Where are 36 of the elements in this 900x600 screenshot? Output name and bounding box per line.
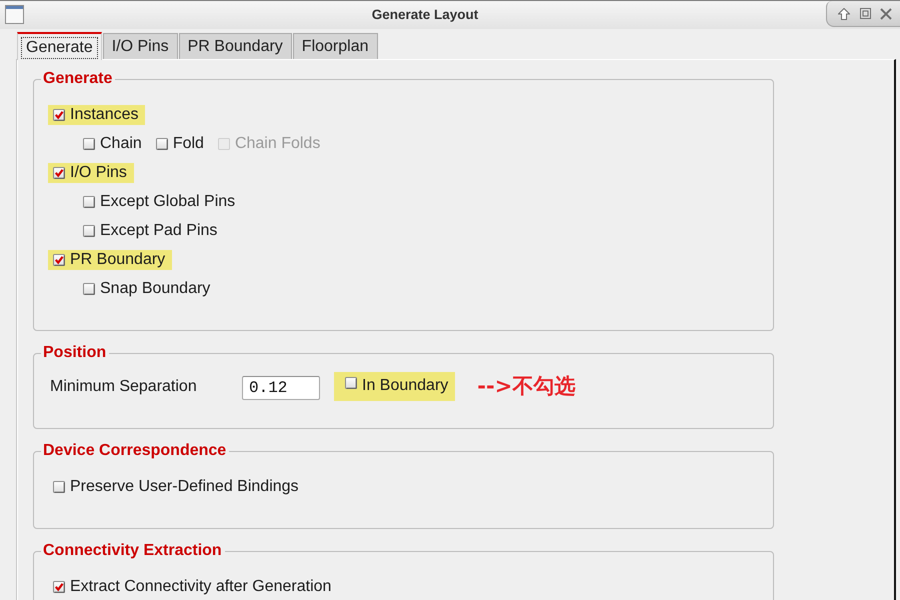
checkbox[interactable] <box>53 480 65 492</box>
checkbox-option[interactable]: Instances <box>48 105 146 125</box>
window-title: Generate Layout <box>370 6 480 24</box>
checkbox[interactable] <box>83 196 95 208</box>
checkbox[interactable] <box>53 580 65 592</box>
group-title: Device Correspondence <box>41 440 230 460</box>
tab[interactable]: Floorplan <box>292 33 378 59</box>
tab[interactable]: Generate <box>17 32 102 60</box>
checkbox[interactable] <box>83 283 95 295</box>
annotation-text: -->不勾选 <box>477 373 576 400</box>
tab[interactable]: I/O Pins <box>102 33 178 59</box>
checkbox-option[interactable]: Preserve User-Defined Bindings <box>48 476 306 496</box>
checkbox[interactable] <box>53 167 65 179</box>
checkbox-option[interactable]: I/O Pins <box>48 163 134 183</box>
checkbox-option[interactable]: Except Pad Pins <box>78 221 224 241</box>
checkbox[interactable] <box>156 138 168 150</box>
checkbox-option[interactable]: Fold <box>150 134 211 154</box>
checkbox-option[interactable]: PR Boundary <box>48 250 172 270</box>
checkbox[interactable] <box>83 138 95 150</box>
checkbox-option[interactable]: In Boundary <box>334 372 456 402</box>
group-title: Connectivity Extraction <box>41 540 225 560</box>
checkbox-option[interactable]: Except Global Pins <box>78 192 242 212</box>
checkbox[interactable] <box>345 377 357 390</box>
close-icon[interactable] <box>880 8 892 20</box>
up-arrow-icon[interactable] <box>838 8 850 20</box>
field-label: Minimum Separation <box>50 376 198 397</box>
checkbox[interactable] <box>53 109 65 121</box>
checkbox-option[interactable]: Snap Boundary <box>78 279 218 299</box>
maximize-icon[interactable] <box>860 8 870 19</box>
window-icon <box>5 5 24 24</box>
tab[interactable]: PR Boundary <box>178 33 292 59</box>
checkbox[interactable] <box>53 254 65 266</box>
checkbox-option[interactable]: Extract Connectivity after Generation <box>48 576 338 596</box>
checkbox-option[interactable]: Chain <box>78 134 149 154</box>
checkbox[interactable] <box>83 225 95 237</box>
input-field[interactable]: 0.12 <box>242 376 320 400</box>
